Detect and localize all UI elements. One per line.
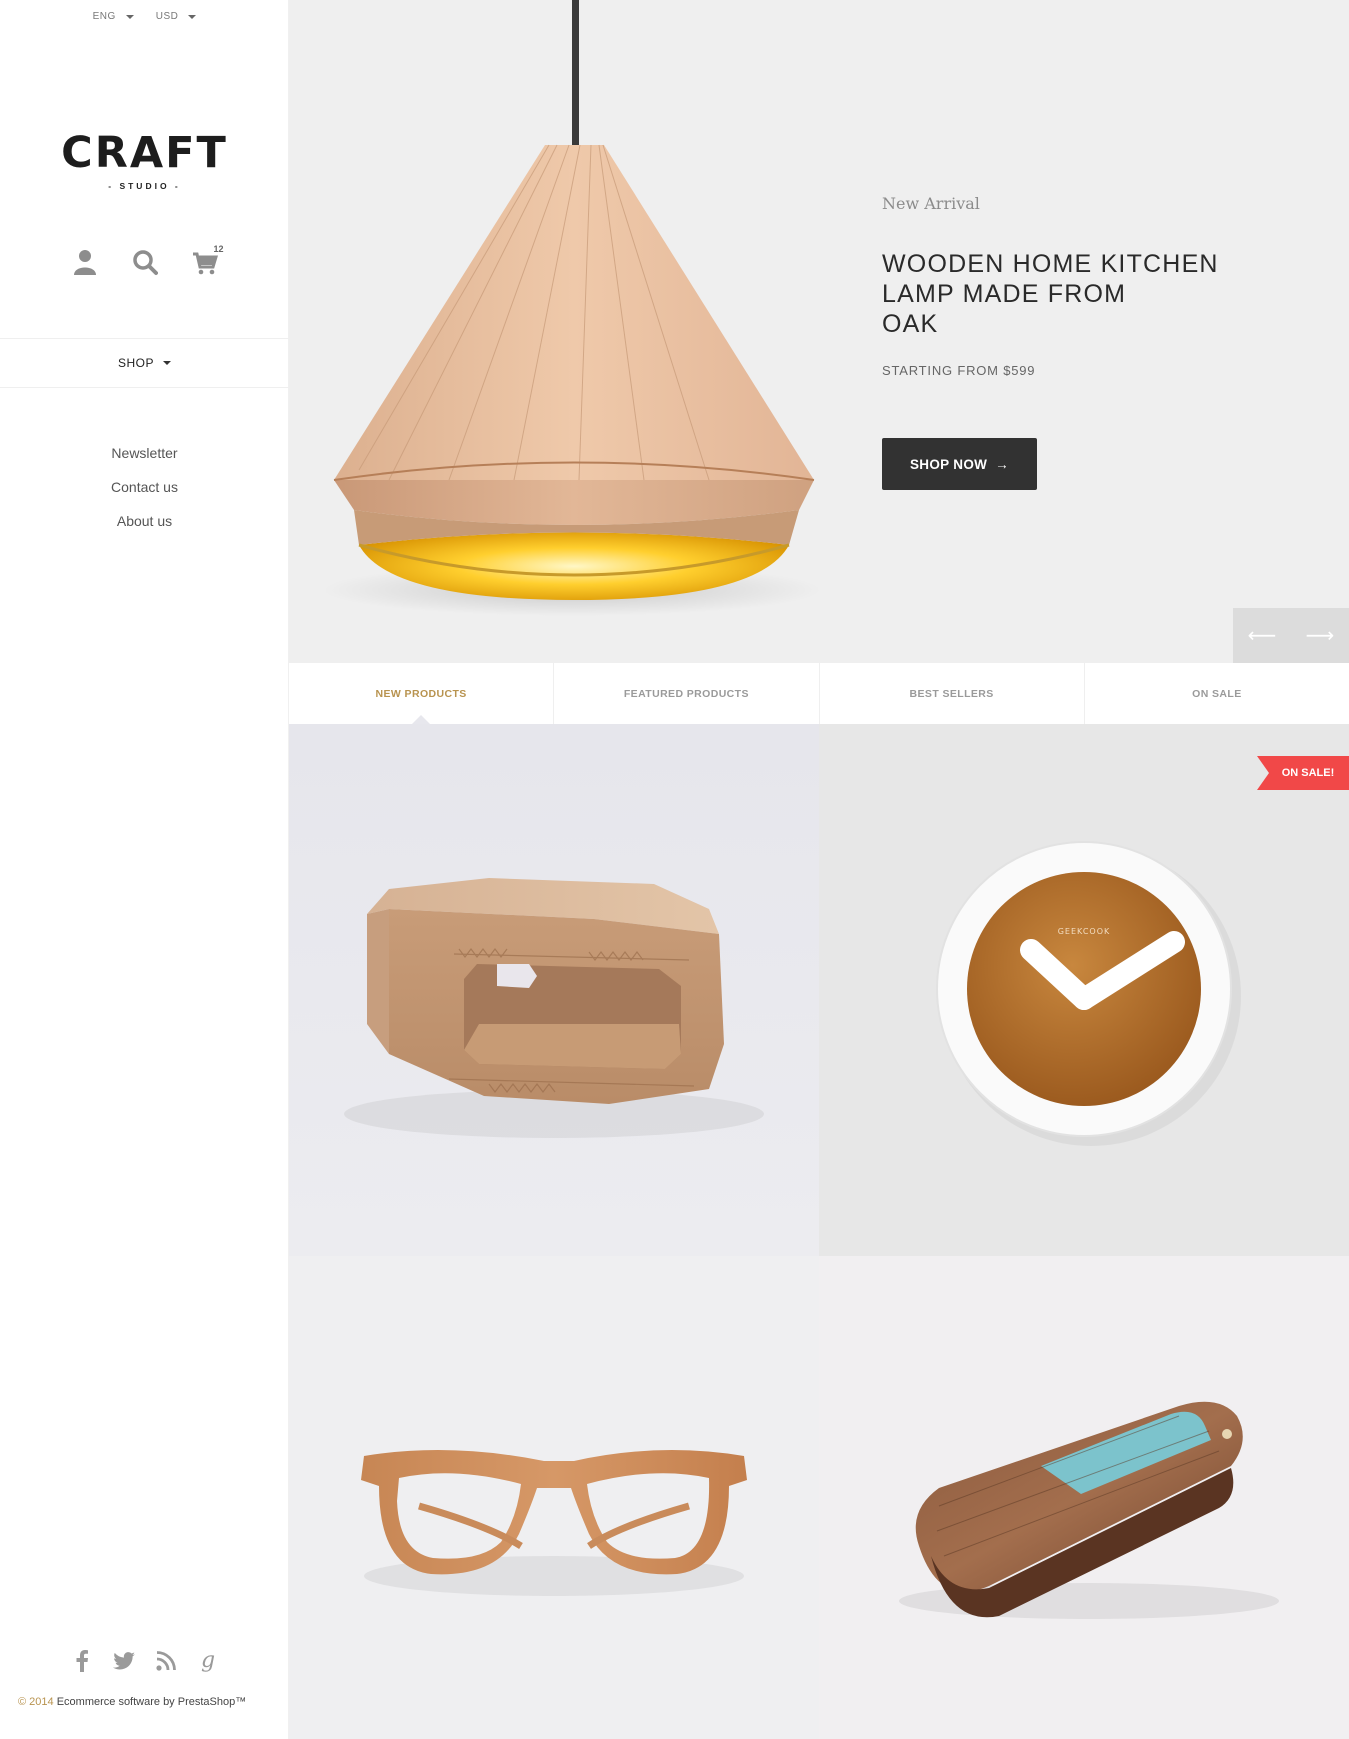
currency-value: USD [155, 11, 179, 22]
product-tabs: NEW PRODUCTS FEATURED PRODUCTS BEST SELL… [289, 663, 1349, 725]
chevron-down-icon [163, 361, 171, 365]
top-selectors: ENG USD [0, 11, 289, 22]
product-tile-wooden-stool[interactable] [289, 724, 819, 1256]
header-icons: 12 [0, 244, 289, 276]
product-grid: GEEKCOOK ON SALE! [289, 724, 1349, 1739]
wooden-stapler-image [899, 1401, 1279, 1619]
facebook-icon[interactable] [71, 1650, 93, 1672]
tab-featured-products[interactable]: FEATURED PRODUCTS [554, 663, 820, 724]
twitter-icon[interactable] [112, 1650, 135, 1672]
logo-text: CRAFT [61, 128, 228, 178]
hero-title: WOODEN HOME KITCHEN LAMP MADE FROM OAK [882, 250, 1219, 338]
copyright: © 2014 Ecommerce software by PrestaShop™ [18, 1696, 246, 1708]
shop-now-button[interactable]: SHOP NOW → [882, 438, 1037, 490]
hero-content: New Arrival WOODEN HOME KITCHEN LAMP MAD… [882, 194, 1302, 490]
hero-eyebrow: New Arrival [882, 194, 980, 213]
language-value: ENG [92, 11, 116, 22]
slider-prev-button[interactable]: ⟵ [1233, 608, 1291, 663]
on-sale-label: ON SALE! [1281, 767, 1335, 779]
sidebar: ENG USD CRAFT - STUDIO - 12 SHOP Newslet… [0, 0, 289, 1739]
link-about-us[interactable]: About us [0, 504, 289, 538]
product-tile-wooden-glasses[interactable] [289, 1256, 819, 1739]
copyright-year: © 2014 [18, 1696, 54, 1708]
google-plus-icon[interactable]: g [197, 1649, 219, 1673]
language-select[interactable]: ENG [93, 11, 134, 22]
link-contact-us[interactable]: Contact us [0, 470, 289, 504]
cart-count-badge: 12 [213, 244, 224, 254]
svg-text:g: g [201, 1649, 215, 1673]
shop-now-label: SHOP NOW [910, 456, 988, 472]
cart-icon[interactable]: 12 [192, 244, 224, 276]
hero-price: STARTING FROM $599 [882, 363, 1036, 378]
arrow-right-icon: → [995, 456, 1009, 472]
shop-menu[interactable]: SHOP [0, 338, 289, 388]
arrow-left-icon: ⟵ [1247, 625, 1277, 647]
shop-menu-label: SHOP [117, 356, 154, 370]
chevron-down-icon [188, 14, 197, 19]
slider-controls: ⟵ ⟶ [1233, 608, 1349, 663]
wall-clock-image: GEEKCOOK [936, 841, 1241, 1146]
sidebar-links: Newsletter Contact us About us [0, 436, 289, 538]
social-links: g [0, 1649, 289, 1673]
currency-select[interactable]: USD [156, 11, 197, 22]
arrow-right-icon: ⟶ [1305, 625, 1335, 647]
tab-new-products[interactable]: NEW PRODUCTS [289, 663, 555, 725]
rss-icon[interactable] [155, 1650, 177, 1672]
link-newsletter[interactable]: Newsletter [0, 436, 289, 470]
clock-brand-text: GEEKCOOK [1058, 927, 1111, 936]
site-logo[interactable]: CRAFT - STUDIO - [0, 128, 289, 192]
wooden-glasses-image [361, 1450, 747, 1596]
wooden-stool-image [344, 878, 764, 1138]
chevron-down-icon [125, 14, 134, 19]
search-icon[interactable] [132, 248, 158, 276]
product-tile-wooden-stapler[interactable] [819, 1256, 1349, 1739]
slider-next-button[interactable]: ⟶ [1291, 608, 1349, 663]
on-sale-badge: ON SALE! [1257, 756, 1349, 790]
hero-slider: New Arrival WOODEN HOME KITCHEN LAMP MAD… [289, 0, 1349, 663]
copyright-text[interactable]: Ecommerce software by PrestaShop™ [57, 1696, 247, 1708]
logo-subtitle: - STUDIO - [108, 181, 181, 191]
tab-best-sellers[interactable]: BEST SELLERS [820, 663, 1085, 724]
tab-on-sale[interactable]: ON SALE [1085, 663, 1349, 724]
user-icon[interactable] [72, 248, 98, 276]
product-tile-wall-clock[interactable]: GEEKCOOK ON SALE! [819, 724, 1349, 1256]
